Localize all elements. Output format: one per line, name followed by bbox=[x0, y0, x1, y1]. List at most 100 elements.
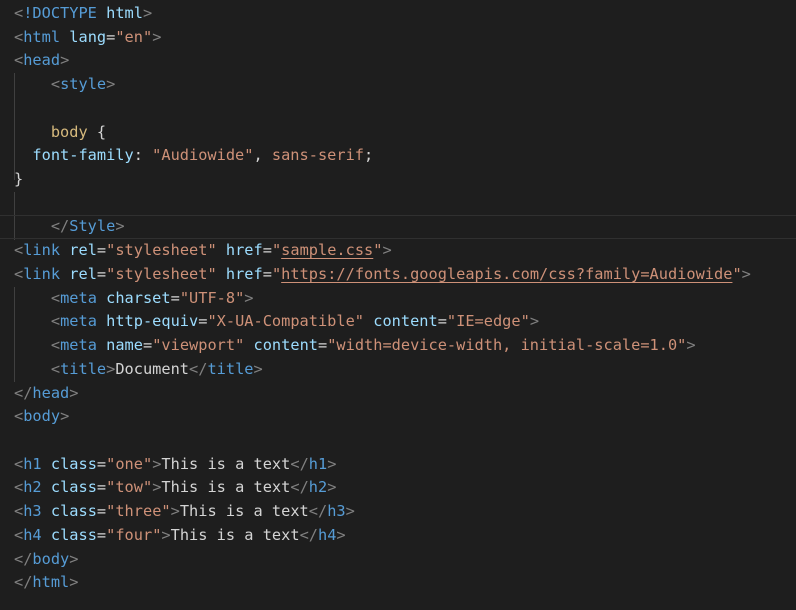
punctuation-token: > bbox=[345, 502, 355, 521]
attribute-name-token: name bbox=[106, 336, 143, 355]
code-editor[interactable]: <!DOCTYPE html> <html lang="en"> <head> <s… bbox=[0, 0, 796, 610]
code-lines: <!DOCTYPE html> <html lang="en"> <head> <s… bbox=[14, 2, 796, 595]
tag-name-token: h2 bbox=[23, 478, 42, 497]
code-line[interactable]: <title>Document</title> bbox=[14, 358, 796, 382]
tag-name-token: html bbox=[23, 27, 61, 46]
attribute-name-token: lang bbox=[69, 27, 107, 46]
text-token: This is a text bbox=[161, 478, 291, 497]
tag-name-token: h1 bbox=[23, 454, 42, 473]
tag-name-token: !DOCTYPE bbox=[23, 4, 97, 22]
punctuation-token: </ bbox=[14, 549, 33, 568]
tag-name-token: link bbox=[23, 264, 61, 283]
punctuation-token: < bbox=[14, 27, 24, 46]
link-token[interactable]: sample.css bbox=[281, 241, 373, 259]
code-line[interactable]: body { bbox=[14, 121, 796, 145]
text-token: = bbox=[106, 27, 116, 46]
attribute-name-token: html bbox=[106, 4, 143, 22]
code-line[interactable]: <html lang="en"> bbox=[14, 26, 796, 50]
property-token: font-family bbox=[32, 146, 134, 165]
link-token[interactable]: https://fonts.googleapis.com/css?family=… bbox=[281, 265, 732, 283]
text-token: = bbox=[96, 502, 107, 521]
string-token: "stylesheet" bbox=[106, 241, 217, 260]
punctuation-token: > bbox=[170, 502, 180, 521]
code-line[interactable]: <meta charset="UTF-8"> bbox=[14, 287, 796, 311]
text-token: ; bbox=[364, 146, 374, 165]
punctuation-token: > bbox=[152, 27, 162, 46]
attribute-name-token: class bbox=[50, 525, 97, 544]
code-line[interactable]: </body> bbox=[14, 548, 796, 572]
code-line[interactable] bbox=[14, 429, 796, 453]
code-line[interactable]: <style> bbox=[14, 73, 796, 97]
code-line[interactable]: <meta http-equiv = "X-UA-Compatible" conte… bbox=[14, 310, 796, 334]
current-code-line[interactable]: </Style> bbox=[0, 215, 796, 239]
code-line[interactable]: <head> bbox=[14, 49, 796, 73]
tag-name-token: html bbox=[32, 573, 70, 592]
punctuation-token: < bbox=[50, 75, 61, 94]
code-line[interactable]: <body> bbox=[14, 405, 796, 429]
code-line[interactable]: <!DOCTYPE html> bbox=[14, 2, 796, 26]
code-line[interactable]: <h3 class="three">This is a text</h3> bbox=[14, 500, 796, 524]
punctuation-token: < bbox=[50, 312, 61, 331]
tag-name-token: h3 bbox=[327, 502, 346, 521]
tag-name-token: head bbox=[23, 51, 61, 70]
text-token: Document bbox=[115, 359, 190, 378]
text-token: This is a text bbox=[179, 502, 309, 521]
punctuation-token: </ bbox=[14, 383, 33, 402]
punctuation-token: > bbox=[115, 217, 125, 236]
text-token: = bbox=[96, 454, 107, 473]
code-line[interactable]: </html> bbox=[14, 571, 796, 595]
tag-name-token: style bbox=[60, 75, 107, 94]
code-line[interactable]: <h2 class="tow">This is a text</h2> bbox=[14, 476, 796, 500]
code-line[interactable]: </head> bbox=[14, 382, 796, 406]
code-line[interactable]: <link rel="stylesheet" href="sample.css"… bbox=[14, 239, 796, 263]
tag-name-token: h3 bbox=[23, 502, 42, 521]
code-line[interactable]: } bbox=[14, 168, 796, 192]
code-line[interactable]: <h4 class="four">This is a text</h4> bbox=[14, 524, 796, 548]
attribute-name-token: class bbox=[50, 454, 97, 473]
code-line[interactable]: <link rel="stylesheet" href="https://fon… bbox=[14, 263, 796, 287]
punctuation-token: > bbox=[69, 383, 79, 402]
tag-name-token: body bbox=[32, 549, 70, 568]
text-token: { bbox=[87, 122, 107, 141]
text-token: = bbox=[96, 241, 107, 260]
tag-name-token: h4 bbox=[23, 525, 42, 544]
code-line[interactable]: font-family: "Audiowide", sans-serif; bbox=[14, 144, 796, 168]
punctuation-token: < bbox=[14, 4, 24, 22]
attribute-name-token: rel bbox=[69, 241, 97, 260]
attribute-name-token: rel bbox=[69, 264, 97, 283]
string-token: "width=device-width, initial-scale=1.0" bbox=[327, 336, 687, 355]
string-token: "viewport" bbox=[152, 336, 245, 355]
tag-name-token: head bbox=[32, 383, 70, 402]
attribute-name-token: content bbox=[253, 336, 318, 355]
punctuation-token: < bbox=[50, 336, 61, 355]
string-token: " bbox=[271, 241, 282, 260]
code-line[interactable]: <meta name="viewport" content="width=dev… bbox=[14, 334, 796, 358]
code-line[interactable]: <h1 class="one">This is a text</h1> bbox=[14, 453, 796, 477]
punctuation-token: > bbox=[69, 549, 79, 568]
text-token: This is a text bbox=[161, 454, 291, 473]
attribute-name-token: href bbox=[225, 241, 263, 260]
string-token: "UTF-8" bbox=[179, 288, 245, 307]
punctuation-token: > bbox=[327, 454, 337, 473]
code-line[interactable] bbox=[14, 192, 796, 216]
string-token: "tow" bbox=[106, 478, 153, 497]
text-token: = bbox=[96, 525, 107, 544]
text-token: = bbox=[142, 336, 153, 355]
code-line[interactable] bbox=[14, 97, 796, 121]
punctuation-token: < bbox=[14, 264, 24, 283]
string-token: "three" bbox=[106, 502, 171, 521]
